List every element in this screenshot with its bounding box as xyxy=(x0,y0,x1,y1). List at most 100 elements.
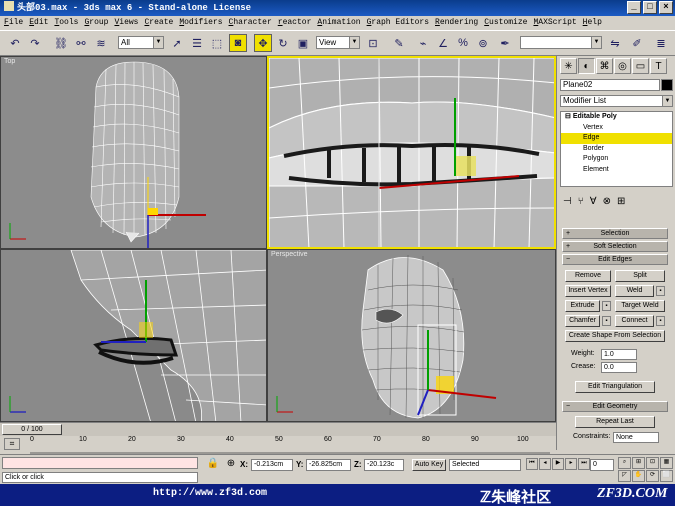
go-to-start-icon[interactable]: ⏮ xyxy=(526,458,538,470)
align-icon[interactable]: ✐ xyxy=(628,34,646,52)
viewport-left[interactable] xyxy=(0,249,267,422)
z-coord-field[interactable]: -20.123c xyxy=(364,459,404,471)
link-icon[interactable]: ⛓ xyxy=(52,34,70,52)
percent-snap-icon[interactable]: % xyxy=(454,34,472,52)
menu-modifiers[interactable]: Modifiers xyxy=(179,16,222,30)
create-shape-button[interactable]: Create Shape From Selection xyxy=(565,330,665,342)
region-select-icon[interactable]: ⬚ xyxy=(208,34,226,52)
extrude-button[interactable]: Extrude xyxy=(565,300,600,312)
zoom-all-icon[interactable]: ⊞ xyxy=(632,457,645,469)
redo-icon[interactable]: ↷ xyxy=(26,34,44,52)
select-manipulate-icon[interactable]: ✎ xyxy=(390,34,408,52)
track-bar[interactable]: ⌗ 0 10 20 30 40 50 60 70 80 90 100 xyxy=(0,436,556,454)
time-slider[interactable]: 0 / 100 xyxy=(2,424,62,435)
maximize-viewport-icon[interactable]: ⬜ xyxy=(660,470,673,482)
stack-item-border[interactable]: Border xyxy=(561,144,672,155)
footer-url[interactable]: http://www.zf3d.com xyxy=(153,488,267,499)
stack-item-editable-poly[interactable]: ⊟ Editable Poly xyxy=(561,112,672,123)
stack-item-element[interactable]: Element xyxy=(561,165,672,176)
extrude-settings-icon[interactable]: ▪ xyxy=(602,301,611,311)
mirror-icon[interactable]: ⇋ xyxy=(606,34,624,52)
lock-selection-icon[interactable]: 🔒 xyxy=(206,458,220,472)
select-object-icon[interactable]: ➚ xyxy=(168,34,186,52)
chamfer-settings-icon[interactable]: ▪ xyxy=(602,316,611,326)
modify-tab-icon[interactable]: ◐ xyxy=(578,58,595,74)
menu-character[interactable]: Character xyxy=(229,16,272,30)
scale-icon[interactable]: ▣ xyxy=(294,34,312,52)
menu-views[interactable]: Views xyxy=(114,16,138,30)
close-button[interactable]: × xyxy=(659,1,673,14)
crease-spinner[interactable]: 0.0 xyxy=(601,362,637,373)
menu-graph-editors[interactable]: Graph Editors xyxy=(367,16,429,30)
menu-group[interactable]: Group xyxy=(84,16,108,30)
create-tab-icon[interactable]: ✳ xyxy=(560,58,577,74)
unlink-icon[interactable]: ⚯ xyxy=(72,34,90,52)
hierarchy-tab-icon[interactable]: ⌘ xyxy=(596,58,613,74)
weld-button[interactable]: Weld xyxy=(615,285,654,297)
previous-frame-icon[interactable]: ◂ xyxy=(539,458,551,470)
snap-2-5d-icon[interactable]: ⌁ xyxy=(414,34,432,52)
rollout-edit-edges[interactable]: − Edit Edges xyxy=(562,254,668,265)
viewport-perspective[interactable]: Perspective xyxy=(267,249,556,422)
motion-tab-icon[interactable]: ◎ xyxy=(614,58,631,74)
menu-create[interactable]: Create xyxy=(144,16,173,30)
menu-help[interactable]: Help xyxy=(583,16,602,30)
minimize-button[interactable]: _ xyxy=(627,1,641,14)
constraints-dropdown[interactable]: None xyxy=(613,432,659,443)
menu-edit[interactable]: Edit xyxy=(29,16,48,30)
auto-key-button[interactable]: Auto Key xyxy=(412,459,446,471)
fov-icon[interactable]: ◸ xyxy=(618,470,631,482)
rollout-edit-geometry[interactable]: − Edit Geometry xyxy=(562,401,668,412)
pan-icon[interactable]: ✋ xyxy=(632,470,645,482)
play-icon[interactable]: ▶ xyxy=(552,458,564,470)
rollout-soft-selection[interactable]: + Soft Selection xyxy=(562,241,668,252)
viewport-front[interactable] xyxy=(267,56,556,249)
configure-modifiers-icon[interactable]: ⊞ xyxy=(617,196,625,207)
selection-filter-dropdown[interactable]: All ▼ xyxy=(118,36,164,49)
zoom-extents-icon[interactable]: ⊡ xyxy=(646,457,659,469)
next-frame-icon[interactable]: ▸ xyxy=(565,458,577,470)
menu-animation[interactable]: Animation xyxy=(317,16,360,30)
connect-settings-icon[interactable]: ▪ xyxy=(656,316,665,326)
viewport-top[interactable]: Top xyxy=(0,56,267,249)
time-slider-bar[interactable]: 0 / 100 xyxy=(0,422,556,436)
rollout-selection[interactable]: + Selection xyxy=(562,228,668,239)
stack-item-vertex[interactable]: Vertex xyxy=(561,123,672,134)
pivot-center-icon[interactable]: ⊡ xyxy=(364,34,382,52)
target-weld-button[interactable]: Target Weld xyxy=(615,300,665,312)
angle-snap-icon[interactable]: ∠ xyxy=(434,34,452,52)
reference-coordinate-dropdown[interactable]: View ▼ xyxy=(316,36,360,49)
connect-button[interactable]: Connect xyxy=(615,315,654,327)
maximize-button[interactable]: □ xyxy=(643,1,657,14)
spinner-snap-icon[interactable]: ⊚ xyxy=(474,34,492,52)
named-selection-dropdown[interactable]: ▼ xyxy=(520,36,602,49)
edit-named-sel-icon[interactable]: ✒ xyxy=(496,34,514,52)
show-end-result-icon[interactable]: ⑂ xyxy=(578,196,584,207)
menu-reactor[interactable]: reactor xyxy=(278,16,312,30)
weight-spinner[interactable]: 1.0 xyxy=(601,349,637,360)
stack-item-polygon[interactable]: Polygon xyxy=(561,154,672,165)
object-name-field[interactable]: Plane02 xyxy=(560,79,660,91)
weld-settings-icon[interactable]: ▪ xyxy=(656,286,665,296)
go-to-end-icon[interactable]: ⏭ xyxy=(578,458,590,470)
repeat-last-button[interactable]: Repeat Last xyxy=(575,416,655,428)
utilities-tab-icon[interactable]: T xyxy=(650,58,667,74)
insert-vertex-button[interactable]: Insert Vertex xyxy=(565,285,611,297)
menu-maxscript[interactable]: MAXScript xyxy=(533,16,576,30)
modifier-list-dropdown[interactable]: Modifier List ▼ xyxy=(560,95,673,107)
zoom-extents-all-icon[interactable]: ▦ xyxy=(660,457,673,469)
edit-triangulation-button[interactable]: Edit Triangulation xyxy=(575,381,655,393)
arc-rotate-icon[interactable]: ⟳ xyxy=(646,470,659,482)
undo-icon[interactable]: ↶ xyxy=(6,34,24,52)
pin-stack-icon[interactable]: ⊣ xyxy=(563,196,572,207)
remove-modifier-icon[interactable]: ⊗ xyxy=(603,196,611,207)
layer-manager-icon[interactable]: ≣ xyxy=(652,34,670,52)
zoom-icon[interactable]: ⌕ xyxy=(618,457,631,469)
object-color-swatch[interactable] xyxy=(661,79,673,91)
menu-customize[interactable]: Customize xyxy=(484,16,527,30)
menu-rendering[interactable]: Rendering xyxy=(435,16,478,30)
remove-button[interactable]: Remove xyxy=(565,270,611,282)
current-frame-field[interactable]: 0 xyxy=(590,459,614,471)
menu-tools[interactable]: Tools xyxy=(54,16,78,30)
split-button[interactable]: Split xyxy=(615,270,665,282)
